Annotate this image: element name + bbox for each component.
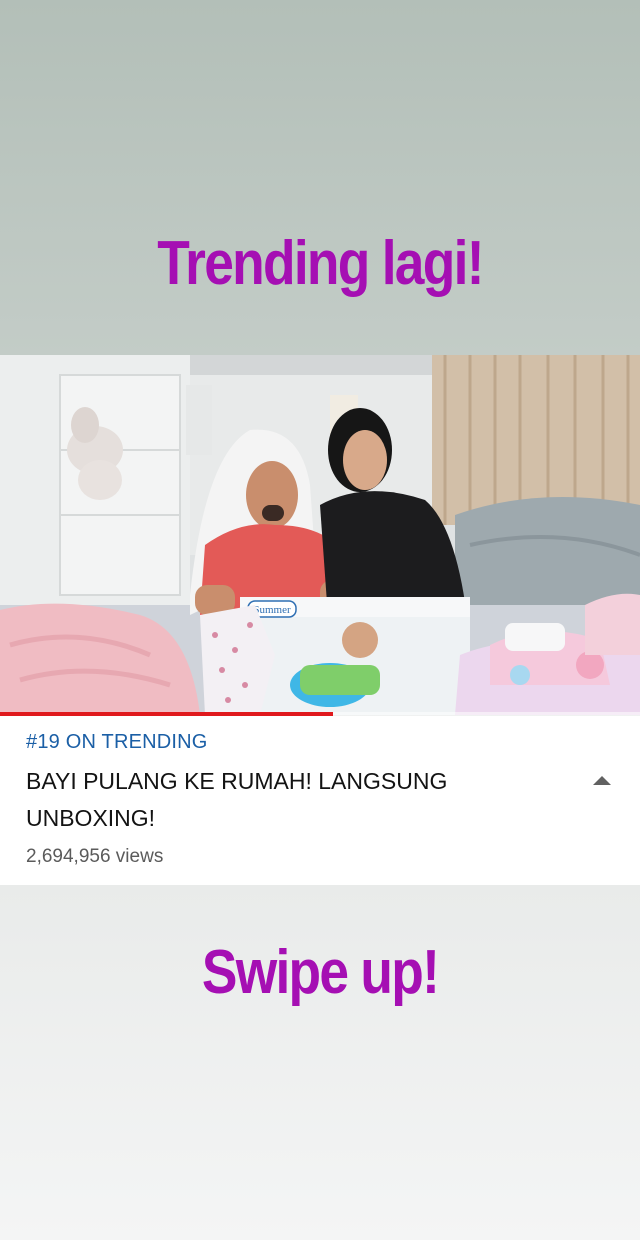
caret-up-icon — [593, 775, 611, 785]
bottom-caption[interactable]: Swipe up! — [45, 937, 595, 1008]
box-brand: Summer — [253, 604, 291, 616]
video-title: BAYI PULANG KE RUMAH! LANGSUNG UNBOXING! — [26, 768, 448, 831]
top-background — [0, 0, 640, 355]
top-caption: Trending lagi! — [157, 229, 484, 298]
video-thumbnail-image: Summer — [0, 355, 640, 715]
collapse-button[interactable] — [588, 770, 616, 790]
trending-rank-label[interactable]: #19 ON TRENDING — [26, 731, 208, 754]
video-info-card[interactable]: #19 ON TRENDING BAYI PULANG KE RUMAH! LA… — [0, 716, 640, 885]
view-count: 2,694,956 views — [26, 846, 164, 867]
video-thumbnail[interactable]: Summer — [0, 355, 640, 715]
